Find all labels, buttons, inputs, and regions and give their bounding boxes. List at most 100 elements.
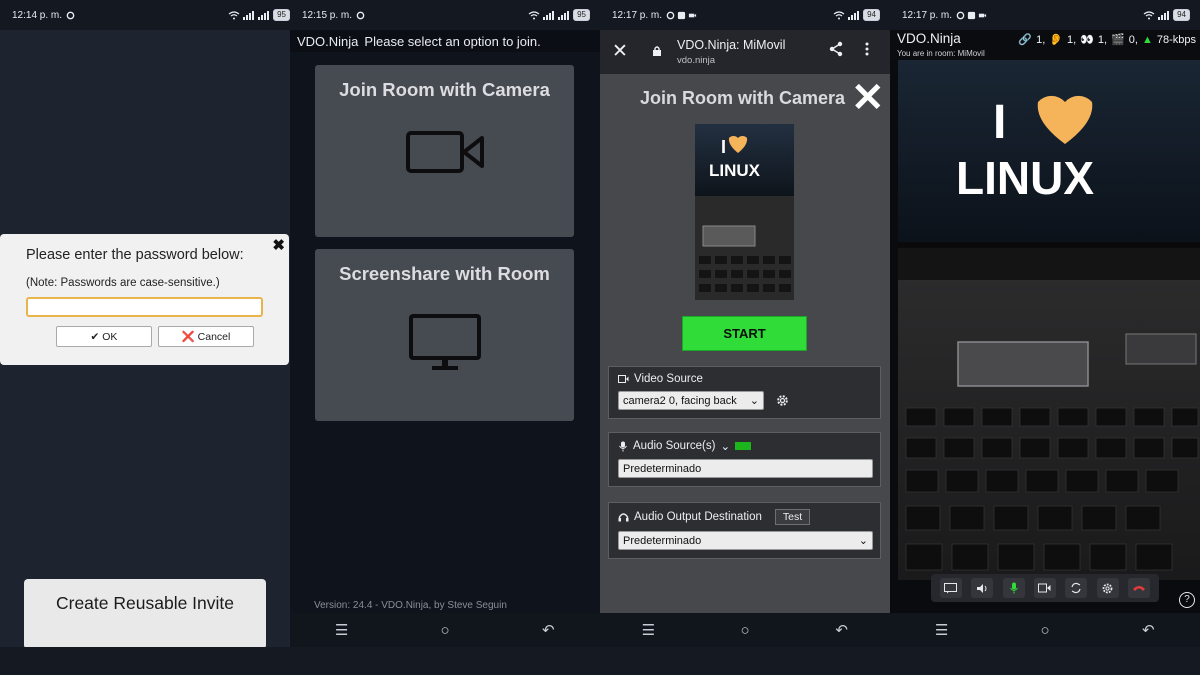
back-icon[interactable]: ↶ bbox=[528, 621, 568, 639]
home-icon[interactable]: ○ bbox=[725, 622, 765, 639]
room-stats: 🔗 1, 👂 1, 👀 1, 🎬 0, ▲ 78-kbps bbox=[1018, 33, 1196, 47]
back-icon[interactable]: ↶ bbox=[822, 621, 862, 639]
join-room-camera-option[interactable]: Join Room with Camera bbox=[315, 65, 574, 237]
dialog-title: Please enter the password below: bbox=[26, 247, 244, 263]
brand-label: VDO.Ninja bbox=[897, 31, 961, 46]
phone-camera-setup-screen: 12:17 p. m. 94 ✕ VDO.Ninja: MiMovil vdo.… bbox=[600, 0, 890, 647]
start-button[interactable]: START bbox=[682, 316, 807, 351]
bitrate: 78-kbps bbox=[1156, 33, 1196, 46]
page-title: VDO.Ninja: MiMovil bbox=[677, 38, 786, 52]
chat-icon[interactable] bbox=[939, 578, 962, 598]
status-right-icons: 95 bbox=[228, 9, 290, 21]
status-bar: 12:17 p. m. 94 bbox=[600, 0, 890, 30]
password-input[interactable] bbox=[26, 297, 263, 317]
video-camera-icon bbox=[618, 375, 629, 383]
lock-icon bbox=[653, 46, 661, 56]
links-count: 1, bbox=[1036, 33, 1046, 46]
settings-gear-icon[interactable] bbox=[1096, 578, 1119, 598]
status-right-icons: 95 bbox=[528, 9, 590, 21]
viewers-count: 1, bbox=[1097, 33, 1108, 46]
brand-label: VDO.Ninja bbox=[297, 33, 359, 49]
microphone-icon bbox=[619, 441, 627, 451]
headphones-icon bbox=[618, 513, 629, 522]
recent-apps-icon[interactable]: ☰ bbox=[322, 621, 362, 639]
upload-arrow-icon: ▲ bbox=[1141, 33, 1153, 46]
close-icon[interactable]: ✖ bbox=[272, 236, 285, 254]
phone-password-screen: 12:14 p. m. 95 ✖ Please enter the passwo… bbox=[0, 0, 300, 647]
recent-apps-icon[interactable]: ☰ bbox=[922, 621, 962, 639]
password-dialog: ✖ Please enter the password below: (Note… bbox=[0, 234, 289, 365]
wifi-icon bbox=[833, 10, 845, 19]
create-invite-card[interactable]: Create Reusable Invite bbox=[24, 579, 266, 647]
back-icon[interactable]: ↶ bbox=[1128, 621, 1168, 639]
room-status: You are in room: MiMovil bbox=[897, 49, 985, 58]
link-icon: 🔗 bbox=[1018, 34, 1033, 46]
call-toolbar bbox=[931, 574, 1159, 602]
ear-icon: 👂 bbox=[1049, 34, 1063, 46]
camera-preview-image: I LINUX bbox=[695, 124, 794, 300]
video-camera-icon[interactable] bbox=[1033, 578, 1056, 598]
version-text: Version: 24.4 - VDO.Ninja, by Steve Segu… bbox=[314, 600, 507, 611]
audio-output-panel: Audio Output Destination Test Predetermi… bbox=[608, 502, 881, 559]
option-label: Join Room with Camera bbox=[339, 79, 550, 100]
status-right-icons: 94 bbox=[1143, 9, 1190, 21]
listeners-count: 1, bbox=[1067, 33, 1077, 46]
wifi-icon bbox=[1143, 10, 1155, 19]
video-source-select[interactable]: camera2 0, facing back ⌄ bbox=[618, 391, 764, 410]
cancel-button[interactable]: ❌ Cancel bbox=[158, 326, 254, 347]
audio-source-panel: Audio Source(s) ⌄ Predeterminado bbox=[608, 432, 881, 487]
android-nav-bar: ☰ ○ ↶ bbox=[290, 613, 600, 647]
invite-card-title: Create Reusable Invite bbox=[55, 593, 235, 613]
video-text-linux: LINUX bbox=[956, 152, 1094, 204]
phone-join-options-screen: 12:15 p. m. 95 VDO.Ninja Please select a… bbox=[290, 0, 600, 647]
more-options-icon[interactable] bbox=[864, 41, 870, 57]
wifi-icon bbox=[528, 10, 540, 19]
home-icon[interactable]: ○ bbox=[425, 622, 465, 639]
video-source-value: camera2 0, facing back bbox=[623, 394, 737, 407]
rotate-camera-icon[interactable] bbox=[1065, 578, 1088, 598]
status-app-icons bbox=[356, 11, 365, 20]
wifi-icon bbox=[228, 10, 240, 19]
select-prompt: Please select an option to join. bbox=[364, 33, 541, 49]
ok-button[interactable]: ✔ OK bbox=[56, 326, 152, 347]
status-app-icons bbox=[956, 11, 987, 20]
gear-icon[interactable] bbox=[775, 393, 790, 408]
clapper-icon: 🎬 bbox=[1111, 34, 1125, 46]
speaker-icon[interactable] bbox=[971, 578, 994, 598]
test-audio-button[interactable]: Test bbox=[774, 509, 811, 525]
battery-indicator: 94 bbox=[1173, 9, 1190, 21]
audio-level-meter bbox=[735, 442, 752, 450]
audio-source-value: Predeterminado bbox=[623, 462, 702, 475]
audio-source-select[interactable]: Predeterminado bbox=[618, 459, 873, 478]
microphone-icon[interactable] bbox=[1002, 578, 1025, 598]
audio-output-select[interactable]: Predeterminado ⌄ bbox=[618, 531, 873, 550]
close-setup-icon[interactable]: ✕ bbox=[851, 78, 885, 118]
chevron-down-icon[interactable]: ⌄ bbox=[720, 439, 730, 453]
recent-apps-icon[interactable]: ☰ bbox=[628, 621, 668, 639]
signal-icon bbox=[243, 10, 255, 20]
close-tab-icon[interactable]: ✕ bbox=[612, 40, 628, 63]
video-frame: I LINUX bbox=[898, 60, 1200, 580]
video-text-i: I bbox=[993, 96, 1006, 149]
battery-indicator: 94 bbox=[863, 9, 880, 21]
app-header: VDO.Ninja Please select an option to joi… bbox=[290, 30, 600, 52]
share-icon[interactable] bbox=[828, 41, 844, 57]
dialog-note: (Note: Passwords are case-sensitive.) bbox=[26, 277, 220, 289]
screenshare-room-option[interactable]: Screenshare with Room bbox=[315, 249, 574, 421]
room-header: VDO.Ninja You are in room: MiMovil 🔗 1, 👂… bbox=[890, 30, 1200, 60]
home-icon[interactable]: ○ bbox=[1025, 622, 1065, 639]
screenshot-collage: 12:14 p. m. 95 ✖ Please enter the passwo… bbox=[0, 0, 1200, 675]
status-bar: 12:14 p. m. 95 bbox=[0, 0, 300, 30]
signal-icon bbox=[543, 10, 555, 20]
audio-output-label: Audio Output Destination bbox=[634, 511, 762, 523]
app-notification-icon bbox=[356, 11, 365, 19]
signal-icon-2 bbox=[558, 10, 570, 20]
status-time: 12:14 p. m. bbox=[12, 9, 63, 21]
status-app-icons bbox=[66, 11, 75, 20]
status-bar: 12:15 p. m. 95 bbox=[290, 0, 600, 30]
video-source-panel: Video Source camera2 0, facing back ⌄ bbox=[608, 366, 881, 419]
help-icon[interactable]: ? bbox=[1179, 592, 1195, 608]
app-notification-icon bbox=[666, 11, 675, 19]
hangup-icon[interactable] bbox=[1128, 578, 1151, 598]
scenes-count: 0, bbox=[1128, 33, 1138, 46]
